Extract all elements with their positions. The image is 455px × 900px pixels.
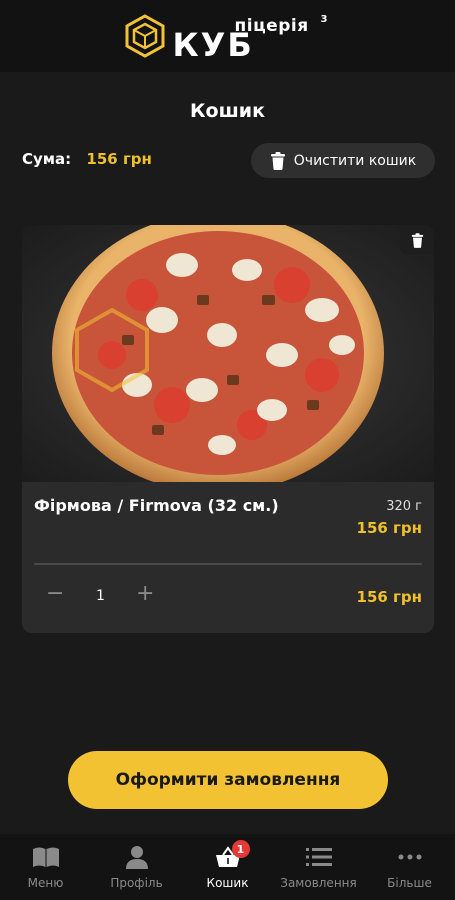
cart-count-badge: 1: [231, 840, 250, 858]
tab-more[interactable]: Більше: [364, 834, 455, 900]
quantity-value: 1: [96, 588, 105, 604]
pizza-image: [22, 225, 434, 482]
increase-quantity-button[interactable]: +: [136, 581, 154, 606]
remove-item-button[interactable]: [400, 225, 434, 255]
book-icon: [32, 847, 59, 867]
cart-item-card: Фірмова / Firmova (32 см.) 320 г 156 грн…: [22, 225, 434, 633]
sum-value: 156 грн: [86, 150, 152, 168]
more-icon: [398, 854, 421, 860]
tab-cart-label: Кошик: [206, 876, 249, 890]
app-header: піцерія 3 КУБ: [0, 0, 455, 72]
page-title: Кошик: [190, 100, 265, 122]
item-name: Фірмова / Firmova (32 см.): [34, 496, 279, 515]
tab-profile-label: Профіль: [110, 876, 163, 890]
brand-logo: піцерія 3 КУБ: [123, 10, 333, 62]
tab-profile[interactable]: Профіль: [91, 834, 182, 900]
brand-main-text: КУБ: [172, 26, 254, 64]
sum-label: Сума:: [22, 150, 72, 168]
item-weight: 320 г: [386, 499, 422, 514]
bottom-tab-bar: Меню Профіль 1 Кошик Замовлення Більше: [0, 834, 455, 900]
user-icon: [125, 846, 148, 869]
cart-summary: Сума: 156 грн: [22, 150, 152, 168]
tab-menu-label: Меню: [27, 876, 64, 890]
trash-icon: [411, 232, 423, 248]
divider: [34, 563, 422, 565]
clear-cart-label: Очистити кошик: [293, 152, 417, 169]
brand-superscript: 3: [320, 14, 328, 25]
item-price: 156 грн: [356, 519, 422, 537]
tab-orders[interactable]: Замовлення: [273, 834, 364, 900]
tab-cart[interactable]: 1 Кошик: [182, 834, 273, 900]
tab-orders-label: Замовлення: [280, 876, 357, 890]
trash-icon: [270, 151, 285, 170]
list-icon: [305, 848, 332, 866]
tab-more-label: Більше: [387, 876, 432, 890]
cube-logo-icon: [125, 14, 164, 58]
checkout-button[interactable]: Оформити замовлення: [68, 751, 388, 809]
tab-menu[interactable]: Меню: [0, 834, 91, 900]
clear-cart-button[interactable]: Очистити кошик: [251, 143, 435, 178]
item-total: 156 грн: [356, 588, 422, 606]
decrease-quantity-button[interactable]: −: [46, 581, 64, 606]
